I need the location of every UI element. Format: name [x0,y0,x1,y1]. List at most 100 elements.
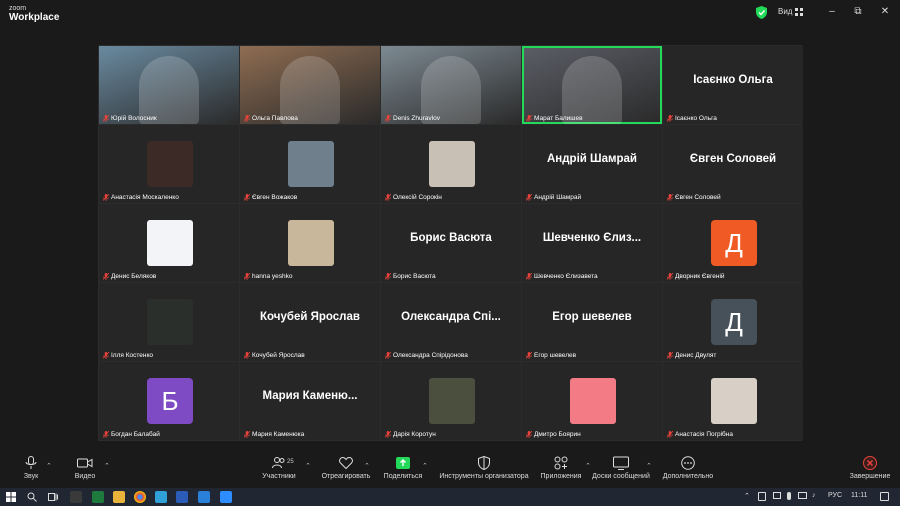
participant-tile[interactable]: Євген Вожаков [240,125,380,203]
participants-options-caret[interactable]: ⌃ [305,462,311,470]
participant-tile[interactable]: hanna yeshko [240,204,380,282]
minimize-icon[interactable]: – [826,6,838,18]
display-icon[interactable] [773,492,781,499]
participant-tile[interactable]: Мария Каменю... Мария Каменюка [240,362,380,440]
task-view-icon[interactable] [48,492,58,502]
video-label: Видео [74,473,96,480]
participant-name-label: Богдан Балабай [103,431,160,438]
word-icon[interactable] [176,491,188,503]
shield-icon[interactable] [756,6,767,19]
search-icon[interactable] [27,492,37,502]
audio-button[interactable]: Звук [18,456,44,480]
clock[interactable]: 11:11 [851,492,867,499]
participant-tile[interactable]: Б Богдан Балабай [99,362,239,440]
participant-tile[interactable]: Егор шевелев Егор шевелев [522,283,662,361]
participant-tile[interactable]: Д Денис Двулят [663,283,803,361]
edge-icon[interactable] [155,491,167,503]
windows-start-icon[interactable] [6,492,16,502]
participant-name-label: Денис Двулят [667,352,716,359]
participant-name-label: Denis Zhuravlov [385,115,440,122]
participant-tile[interactable]: Євген Соловей Євген Соловей [663,125,803,203]
participant-tile[interactable]: Анастасія Москаленко [99,125,239,203]
muted-mic-icon [385,194,391,201]
leave-button[interactable]: Завершение [846,456,894,480]
zoom-taskbar-icon[interactable] [220,491,232,503]
participant-tile[interactable]: Ілля Костенко [99,283,239,361]
participant-tile[interactable]: Ісаєнко Ольга Ісаєнко Ольга [663,46,803,124]
host-tools-button[interactable]: Инструменты организатора [436,456,532,480]
mic-tray-icon[interactable] [787,492,791,500]
participant-name-label: Олексій Сорокін [385,194,442,201]
whiteboards-options-caret[interactable]: ⌃ [646,462,652,470]
participant-tile[interactable]: Анастасія Погрібна [663,362,803,440]
volume-icon[interactable]: ♪ [812,492,816,499]
more-icon [681,456,695,470]
participant-tile[interactable]: Шевченко Єлиз... Шевченко Єлизавета [522,204,662,282]
battery-icon[interactable] [758,492,766,501]
apps-label: Приложения [540,473,582,480]
participant-name: Анастасія Погрібна [675,431,733,438]
video-options-caret[interactable]: ⌃ [104,462,110,470]
defender-icon[interactable] [198,491,210,503]
apps-button[interactable]: Приложения [538,456,584,480]
participant-name-label: Кочубей Ярослав [244,352,305,359]
chrome-icon[interactable] [134,491,146,503]
participant-tile[interactable]: Олексій Сорокін [381,125,521,203]
muted-mic-icon [667,115,673,122]
whiteboards-button[interactable]: Доски сообщений [590,456,652,480]
participant-tile[interactable]: Denis Zhuravlov [381,46,521,124]
participant-name-label: Ілля Костенко [103,352,153,359]
title-bar: zoom Workplace Вид – ⧉ ✕ [0,0,900,26]
muted-mic-icon [103,352,109,359]
grid-view-icon[interactable] [795,8,803,16]
participant-name: Денис Двулят [675,352,717,359]
participant-name: Denis Zhuravlov [393,115,440,122]
restore-icon[interactable]: ⧉ [852,6,864,18]
participant-tile[interactable]: Олександра Спі... Олександра Спірідонова [381,283,521,361]
meeting-toolbar: Звук ⌃ Видео ⌃ Участники 25 ⌃ Отреагиров… [0,452,900,488]
participant-tile[interactable]: Борис Васюта Борис Васюта [381,204,521,282]
audio-options-caret[interactable]: ⌃ [46,462,52,470]
notifications-icon[interactable] [880,492,889,501]
participant-avatar [429,141,475,187]
participant-name: Євген Вожаков [252,194,298,201]
participant-name-label: Дарія Коротун [385,431,436,438]
participant-tile[interactable]: Юрій Волосник [99,46,239,124]
share-options-caret[interactable]: ⌃ [422,462,428,470]
tray-chevron-icon[interactable]: ⌃ [744,492,750,500]
participant-tile[interactable]: Д Дворник Євгеній [663,204,803,282]
participant-name: Андрій Шамрай [534,194,582,201]
participant-name-label: Олександра Спірідонова [385,352,468,359]
muted-mic-icon [385,352,391,359]
react-options-caret[interactable]: ⌃ [364,462,370,470]
participant-initial-avatar: Д [711,220,757,266]
view-button[interactable]: Вид [778,7,792,16]
file-explorer-icon[interactable] [113,491,125,503]
excel-icon[interactable] [92,491,104,503]
participant-tile[interactable]: Ольга Павлова [240,46,380,124]
participant-tile[interactable]: Марат Балишев [522,46,662,124]
participant-tile[interactable]: Денис Беляков [99,204,239,282]
participant-avatar [147,141,193,187]
taskbar-app-icon[interactable] [70,491,82,503]
video-button[interactable]: Видео [72,456,98,480]
muted-mic-icon [244,194,250,201]
participant-display-name: Кочубей Ярослав [260,311,360,323]
participant-avatar [711,378,757,424]
participant-name-label: Ольга Павлова [244,115,298,122]
apps-icon [554,456,568,470]
more-button[interactable]: Дополнительно [660,456,716,480]
close-icon[interactable]: ✕ [879,6,891,18]
participant-name: Євген Соловей [675,194,721,201]
participant-tile[interactable]: Дмитро Боярин [522,362,662,440]
language-indicator[interactable]: РУС [828,492,842,499]
muted-mic-icon [244,115,250,122]
share-screen-button[interactable]: Поделиться [382,456,424,480]
participant-display-name: Егор шевелев [552,311,632,323]
participant-tile[interactable]: Андрій Шамрай Андрій Шамрай [522,125,662,203]
muted-mic-icon [103,115,109,122]
network-icon[interactable] [798,492,807,499]
participant-name: Мария Каменюка [252,431,305,438]
participant-tile[interactable]: Кочубей Ярослав Кочубей Ярослав [240,283,380,361]
participant-tile[interactable]: Дарія Коротун [381,362,521,440]
